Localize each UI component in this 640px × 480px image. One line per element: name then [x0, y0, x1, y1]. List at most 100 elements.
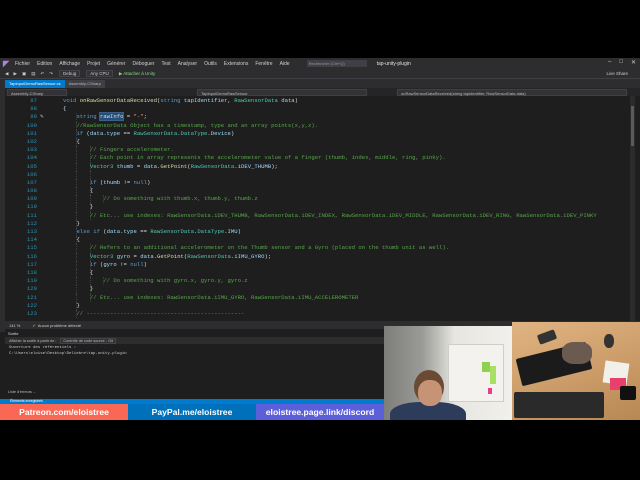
code-line[interactable]: 123 // ----------------------------------…	[5, 309, 635, 319]
issues-status[interactable]: Aucun problème détecté	[38, 323, 81, 328]
menu-test[interactable]: Test	[161, 61, 170, 67]
code-line[interactable]: 99 ✎ string rawInfo = "-";	[5, 112, 635, 122]
code-text: // Fingers accelerometer.	[63, 146, 174, 154]
code-line[interactable]: 120}	[5, 285, 635, 294]
code-token: tapIdentifier	[183, 97, 228, 104]
code-token: if	[89, 260, 100, 268]
code-line[interactable]: 97 void onRawSensorDataReceived(string ta…	[5, 97, 635, 105]
code-line[interactable]: 115 // Refers to an additional accelerome…	[5, 244, 635, 253]
code-line[interactable]: 103 // Fingers accelerometer.	[5, 146, 635, 155]
code-token: {	[76, 236, 80, 244]
nav-project-dropdown[interactable]: Assembly-CSharp	[7, 88, 67, 96]
forward-icon[interactable]: ▶	[13, 71, 16, 77]
menu-outils[interactable]: Outils	[204, 61, 217, 67]
code-line[interactable]: 112}	[5, 219, 635, 228]
line-number: 118	[26, 268, 37, 276]
indent-guide	[76, 170, 78, 179]
mouse	[604, 334, 614, 348]
error-list-tab[interactable]: Liste d'erreurs ...	[8, 390, 36, 394]
quick-action-pencil-icon[interactable]: ✎	[40, 113, 44, 121]
code-token: data	[89, 129, 104, 137]
code-line[interactable]: 111 // Etc... use indexes: RawSensorData.…	[5, 211, 635, 220]
minimize-icon[interactable]: –	[608, 59, 611, 66]
code-text: {	[63, 105, 66, 113]
menu-projet[interactable]: Projet	[87, 61, 100, 67]
code-line[interactable]: 122}	[5, 301, 635, 310]
code-line[interactable]: 109 // Do something with thumb.x, thumb.y…	[5, 195, 635, 204]
attach-unity-button[interactable]: ▶ Attacher à Unity	[119, 71, 155, 77]
code-line[interactable]: 106	[5, 170, 635, 179]
live-share-button[interactable]: Live Share	[606, 71, 628, 76]
code-line[interactable]: 114 {	[5, 236, 635, 245]
code-token: )	[146, 178, 151, 186]
code-line[interactable]: 100 //RawSensorData Object has a timestam…	[5, 121, 635, 130]
code-text: Vector3 thumb = data.GetPoint(RawSensorD…	[63, 163, 278, 171]
editor-scrollbar[interactable]	[630, 96, 635, 321]
menu-generer[interactable]: Générer	[107, 61, 125, 67]
sticky-note	[490, 366, 496, 384]
code-token: =	[123, 113, 134, 121]
platform-dropdown[interactable]: Any CPU	[86, 70, 113, 77]
code-text: if (data.type == RawSensorData.DataType.…	[63, 130, 234, 138]
code-editor[interactable]: 97 void onRawSensorDataReceived(string ta…	[5, 96, 635, 321]
code-text: // -------------------------------------…	[63, 310, 244, 318]
code-line[interactable]: 105 Vector3 thumb = data.GetPoint(RawSens…	[5, 162, 635, 171]
sticky-note	[488, 388, 492, 394]
code-line[interactable]: 117 if (gyro != null)	[5, 260, 635, 269]
code-token: )	[230, 129, 235, 137]
menu-aide[interactable]: Aide	[280, 61, 290, 67]
tab-active-file[interactable]: TapInputDemoRawSensor.cs	[5, 80, 65, 88]
keyboard-2	[514, 392, 604, 418]
undo-icon[interactable]: ↶	[40, 71, 44, 77]
menu-deboguer[interactable]: Déboguer	[132, 61, 154, 67]
project-name: tap-unity-plugin	[376, 60, 411, 67]
config-dropdown[interactable]: Debug	[59, 70, 81, 77]
window-controls: – □ ✕	[608, 59, 636, 66]
code-token: Vector3	[89, 162, 117, 170]
code-line[interactable]: 101 if (data.type == RawSensorData.DataTy…	[5, 129, 635, 138]
menu-extensions[interactable]: Extensions	[224, 61, 248, 67]
redo-icon[interactable]: ↷	[49, 71, 53, 77]
code-line[interactable]: 119 // Do something with gyro.x, gyro.y, …	[5, 277, 635, 286]
face-webcam	[384, 326, 512, 420]
code-token: thumb	[103, 178, 121, 186]
code-line[interactable]: 104 // Each point in array represents the…	[5, 154, 635, 163]
code-text: }	[63, 302, 79, 310]
code-token: RawSensorData	[133, 129, 178, 137]
menu-fichier[interactable]: Fichier	[15, 61, 30, 67]
menu-fenetre[interactable]: Fenêtre	[255, 61, 272, 67]
code-token: )	[294, 97, 299, 104]
code-token: thumb	[116, 162, 134, 170]
search-input[interactable]: Rechercher (Ctrl+Q)	[306, 60, 367, 67]
code-text: }	[63, 220, 79, 228]
code-token: if	[76, 129, 87, 137]
attach-unity-label: Attacher à Unity	[123, 70, 156, 76]
code-token: DataType	[197, 228, 225, 235]
code-line[interactable]: 118 {	[5, 268, 635, 278]
code-line[interactable]: 116 Vector3 gyro = data.GetPoint(RawSenso…	[5, 252, 635, 261]
code-line[interactable]: 121 // Etc... use indexes: RawSensorData.…	[5, 293, 635, 302]
new-file-icon[interactable]: ▣	[22, 71, 26, 77]
code-text: if (thumb != null)	[63, 179, 150, 187]
back-icon[interactable]: ◀	[5, 71, 8, 77]
menu-affichage[interactable]: Affichage	[59, 61, 80, 67]
mug	[620, 386, 636, 400]
nav-class-dropdown[interactable]: TapInputDemoRawSensor	[197, 88, 367, 96]
tab-assembly[interactable]: Assembly-CSharp	[64, 80, 105, 88]
code-line[interactable]: 107 if (thumb != null)	[5, 178, 635, 188]
menu-edition[interactable]: Edition	[37, 61, 52, 67]
code-line[interactable]: 102 {	[5, 137, 635, 147]
nav-method-dropdown[interactable]: onRawSensorDataReceived(string tapIdenti…	[397, 88, 627, 96]
line-number: 99	[30, 113, 37, 121]
code-line[interactable]: 113 else if (data.type == RawSensorData.D…	[5, 228, 635, 237]
code-line[interactable]: 110}	[5, 203, 635, 212]
scrollbar-thumb[interactable]	[631, 106, 634, 146]
menu-analyser[interactable]: Analyser	[178, 61, 197, 67]
close-icon[interactable]: ✕	[631, 59, 636, 66]
maximize-icon[interactable]: □	[619, 59, 623, 66]
code-token: // Etc... use indexes: RawSensorData.iIM…	[89, 293, 359, 301]
output-source-dropdown[interactable]: Contrôle de code source - Git	[60, 337, 117, 344]
code-line[interactable]: 108 {	[5, 187, 635, 196]
save-icon[interactable]: ▤	[31, 71, 35, 77]
zoom-level[interactable]: 141 %	[9, 323, 20, 328]
